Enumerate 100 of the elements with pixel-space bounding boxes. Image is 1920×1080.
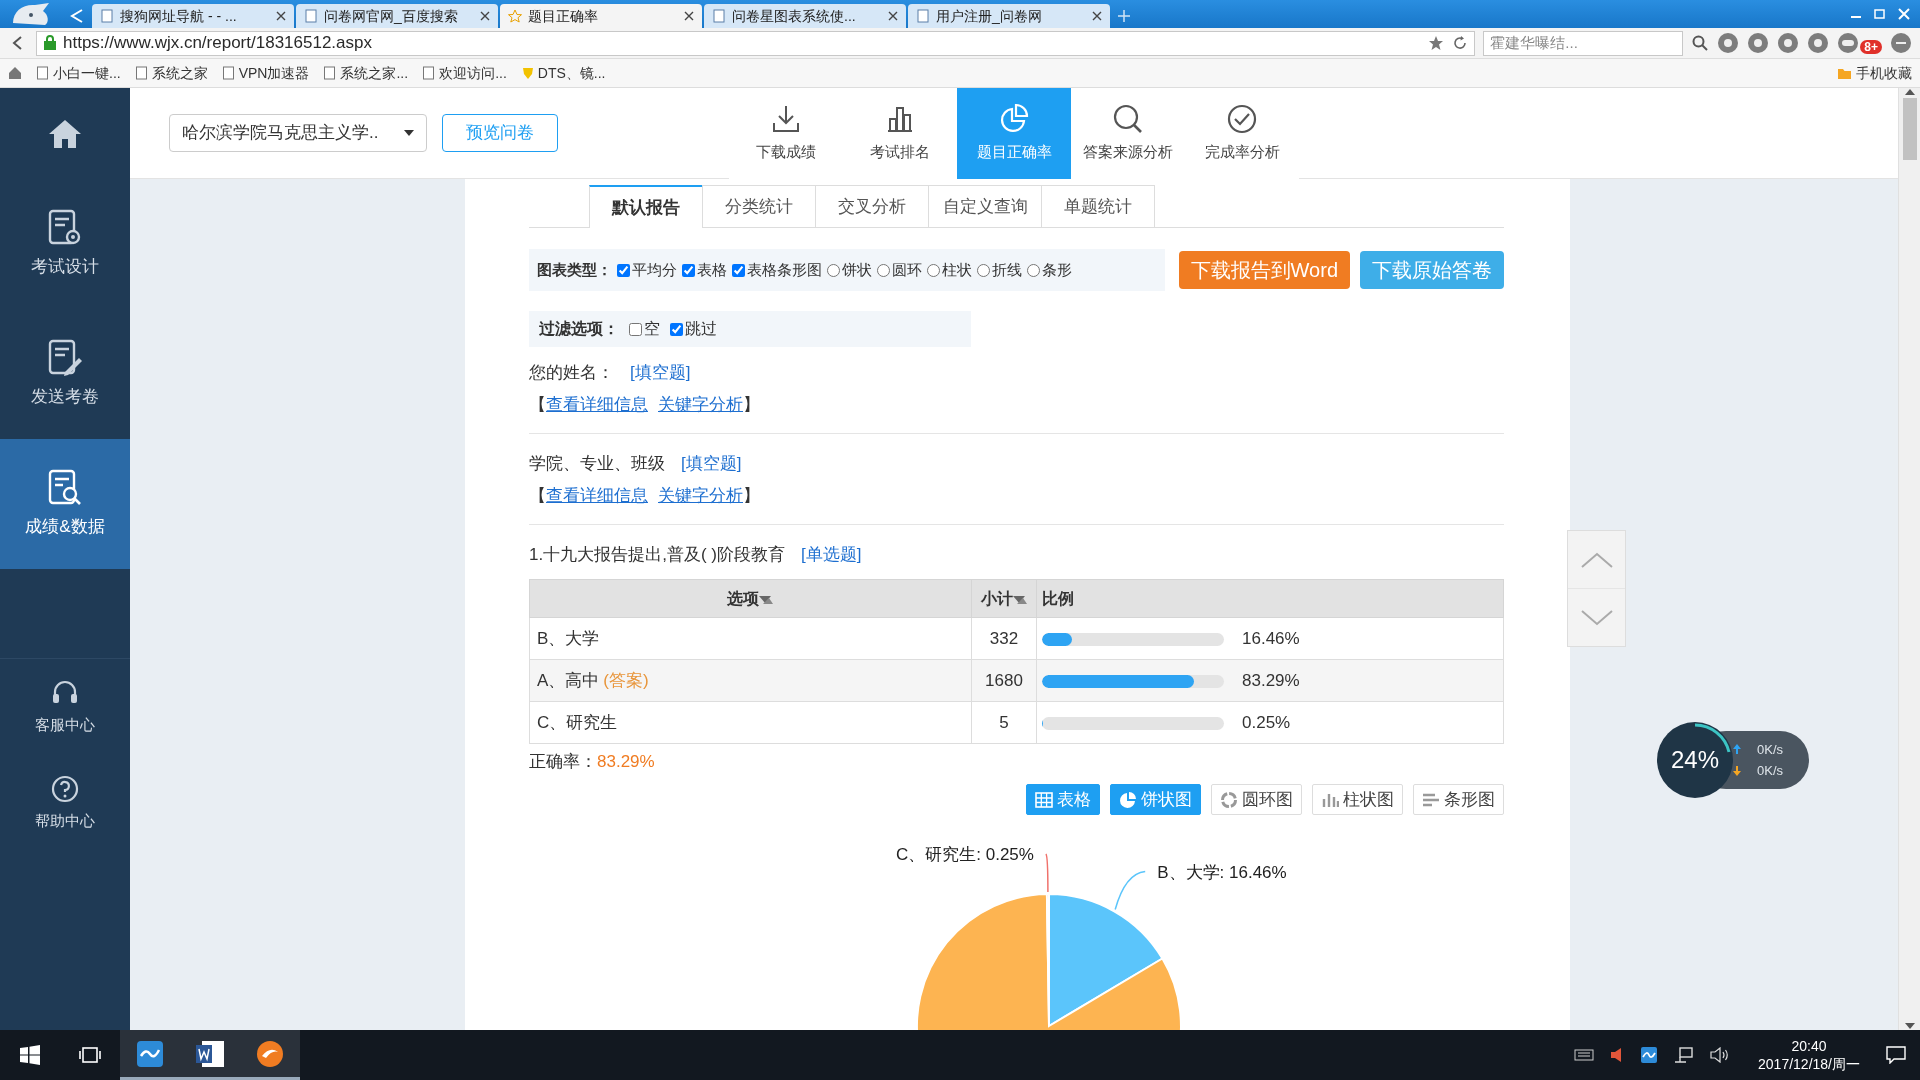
table-cell: 332 [971,617,1037,660]
radio-button[interactable] [1027,263,1040,277]
option-label[interactable]: 表格 [697,258,727,282]
toolbar-circle-icon[interactable] [1807,32,1830,54]
sidebar-item[interactable]: 帮助中心 [0,755,130,851]
option-label[interactable]: 表格条形图 [747,258,822,282]
toolbar-circle-icon[interactable] [1747,32,1770,54]
detail-link[interactable]: 关键字分析 [658,480,743,512]
star-icon[interactable] [1428,35,1445,51]
checkbox[interactable] [682,263,695,277]
clock[interactable]: 20:40 2017/12/18/周一 [1746,1037,1872,1073]
bookmark-item[interactable]: 手机收藏 [1837,62,1912,84]
answer-note: (答案) [603,670,649,690]
home-icon[interactable] [8,66,22,80]
volume-icon[interactable] [1710,1047,1731,1063]
sidebar-item[interactable]: 发送考卷 [0,309,130,439]
checkbox[interactable] [670,322,683,336]
browser-tab[interactable]: 问卷网官网_百度搜索 [296,4,498,28]
browser-tab[interactable]: 问卷星图表系统使... [704,4,906,28]
option-label[interactable]: 平均分 [632,258,677,282]
bracket-text: 【 [529,394,546,416]
menu-icon[interactable] [1890,32,1912,54]
column-header[interactable]: 选项 [727,586,759,611]
chart-view-button[interactable]: 柱状图 [1312,784,1403,815]
bookmark-item[interactable]: VPN加速器 [221,62,310,84]
pie-chart-icon [998,102,1030,135]
bookmark-item[interactable]: 系统之家 [134,62,208,84]
radio-button[interactable] [827,263,840,277]
radio-button[interactable] [977,263,990,277]
ring-icon [1220,790,1238,809]
bookmark-item[interactable]: DTS、镜... [520,62,606,84]
detail-link[interactable]: 关键字分析 [658,389,743,421]
page-icon [36,66,49,80]
detail-link[interactable]: 查看详细信息 [546,480,648,512]
page-icon [221,66,235,80]
question-title: 您的姓名： [529,362,614,384]
bookmark-item[interactable]: 小白一键... [36,62,121,84]
scrollbar-thumb[interactable] [1902,98,1917,160]
sidebar-item[interactable]: 考试设计 [0,179,130,309]
browser-tab[interactable]: 用户注册_问卷网 [908,4,1110,28]
option-label[interactable]: 饼状 [842,258,872,282]
checkbox[interactable] [629,322,642,336]
option-label[interactable]: 柱状 [942,258,972,282]
address-field[interactable]: https://www.wjx.cn/report/18316512.aspx [36,30,1476,56]
option-label[interactable]: 圆环 [892,258,922,282]
wave-app-icon[interactable] [1640,1046,1659,1064]
chart-view-button[interactable]: 条形图 [1413,784,1504,815]
scrollbar[interactable] [1898,88,1920,1030]
chart-view-button[interactable]: 圆环图 [1211,784,1302,815]
bookmark-item[interactable]: 欢迎访问... [422,62,507,84]
restore-icon[interactable] [1872,7,1888,21]
up-arrow-icon [1733,744,1741,755]
option-label[interactable]: 空 [644,317,660,341]
close-icon[interactable] [1896,7,1912,21]
notification-badge: 8+ [1860,40,1882,54]
table-cell: 5 [971,701,1037,744]
checkbox[interactable] [617,263,630,277]
option-label[interactable]: 条形 [1042,258,1072,282]
keyboard-icon[interactable] [1574,1048,1595,1062]
shield-icon [520,66,534,80]
survey-dropdown[interactable]: 哈尔滨学院马克思主义学.. [169,114,427,152]
sidebar-item[interactable]: 客服中心 [0,659,130,755]
report-tab[interactable]: 默认报告 [589,185,703,228]
percent-text: 83.29% [1242,670,1300,690]
refresh-icon[interactable] [1452,35,1469,51]
report-tab[interactable]: 单题统计 [1041,185,1155,227]
checkbox[interactable] [732,263,745,277]
bookmark-item[interactable]: 系统之家... [323,62,409,84]
percent-text: 0.25% [1242,712,1291,732]
close-icon[interactable] [276,11,286,21]
close-icon[interactable] [888,11,898,21]
sidebar-item[interactable]: 成绩&数据 [0,439,130,569]
table-cell: 1680 [971,659,1037,702]
wave-app-icon [136,1039,164,1068]
taskbar-app[interactable] [240,1030,300,1080]
radio-button[interactable] [877,263,890,277]
bracket-text: 】 [743,394,760,416]
page-icon [916,9,930,23]
browser-tab[interactable]: 题目正确率 [500,4,702,28]
toolbar-circle-icon[interactable] [1777,32,1800,54]
search-icon[interactable] [1691,34,1710,52]
upload-speed: 0K/s [1757,740,1783,759]
browser-tab[interactable]: 搜狗网址导航 - - ... [92,4,294,28]
page-icon [134,66,148,80]
close-icon[interactable] [480,11,490,21]
column-header[interactable]: 比例 [1042,586,1074,611]
option-label[interactable]: 折线 [992,258,1022,282]
taskbar-app[interactable] [120,1030,180,1080]
close-icon[interactable] [684,11,694,21]
radio-button[interactable] [927,263,940,277]
search-field[interactable]: 霍建华曝结... [1483,30,1684,56]
slice-label: C、研究生: 0.25% [896,845,1034,864]
usage-value: 24% [1670,745,1719,775]
option-label[interactable]: 跳过 [685,317,717,341]
toolbar-circle-icon[interactable] [1717,32,1740,54]
network-icon[interactable] [1674,1047,1695,1063]
sort-icon[interactable] [759,593,773,604]
sort-icon[interactable] [1012,593,1027,604]
close-icon[interactable] [1092,11,1102,21]
detail-link[interactable]: 查看详细信息 [546,389,648,421]
